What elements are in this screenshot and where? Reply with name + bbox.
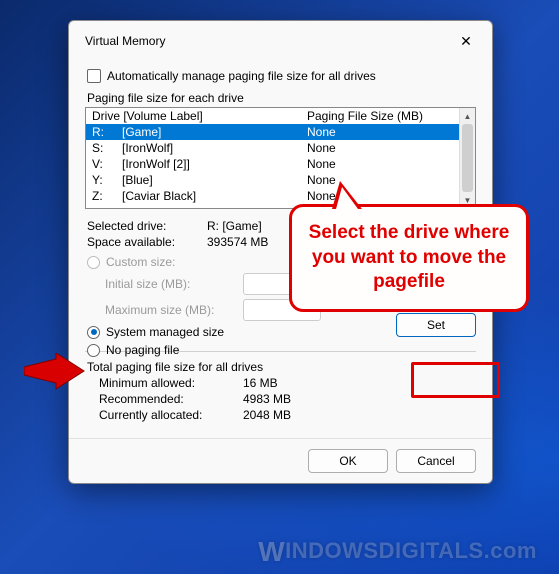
callout-box: Select the drive where you want to move … xyxy=(289,204,529,312)
titlebar: Virtual Memory ✕ xyxy=(69,21,492,57)
ok-button[interactable]: OK xyxy=(308,449,388,473)
recommended-value: 4983 MB xyxy=(243,392,474,406)
drive-row[interactable]: R: [Game] None xyxy=(86,124,475,140)
no-paging-radio[interactable] xyxy=(87,344,100,357)
cancel-button[interactable]: Cancel xyxy=(396,449,476,473)
currently-allocated-label: Currently allocated: xyxy=(99,408,243,422)
currently-allocated-value: 2048 MB xyxy=(243,408,474,422)
scroll-up-icon[interactable]: ▲ xyxy=(460,108,475,124)
watermark: WINDOWSDIGITALS.com xyxy=(258,536,537,568)
custom-size-label: Custom size: xyxy=(106,255,175,269)
auto-manage-row[interactable]: Automatically manage paging file size fo… xyxy=(87,69,476,83)
minimum-label: Minimum allowed: xyxy=(99,376,243,390)
no-paging-label: No paging file xyxy=(106,343,179,357)
selected-drive-label: Selected drive: xyxy=(87,219,207,233)
drive-list-header: Drive [Volume Label] Paging File Size (M… xyxy=(86,108,475,124)
set-button[interactable]: Set xyxy=(396,313,476,337)
space-available-label: Space available: xyxy=(87,235,207,249)
auto-manage-label: Automatically manage paging file size fo… xyxy=(107,69,376,83)
header-drive: Drive [Volume Label] xyxy=(92,109,307,123)
initial-size-label: Initial size (MB): xyxy=(105,277,243,291)
drive-row[interactable]: Z: [Caviar Black] None xyxy=(86,188,475,204)
minimum-value: 16 MB xyxy=(243,376,474,390)
drive-row[interactable]: S: [IronWolf] None xyxy=(86,140,475,156)
custom-size-radio[interactable] xyxy=(87,256,100,269)
scroll-thumb[interactable] xyxy=(462,124,473,192)
maximum-size-label: Maximum size (MB): xyxy=(105,303,243,317)
totals-label: Total paging file size for all drives xyxy=(87,360,474,374)
drive-list-body: R: [Game] None S: [IronWolf] None V: [Ir… xyxy=(86,124,475,204)
each-drive-label: Paging file size for each drive xyxy=(87,91,476,105)
system-managed-label: System managed size xyxy=(106,325,224,339)
auto-manage-checkbox[interactable] xyxy=(87,69,101,83)
no-paging-row[interactable]: No paging file xyxy=(87,343,476,357)
dialog-title: Virtual Memory xyxy=(85,34,165,48)
recommended-label: Recommended: xyxy=(99,392,243,406)
drive-list[interactable]: Drive [Volume Label] Paging File Size (M… xyxy=(85,107,476,209)
close-icon[interactable]: ✕ xyxy=(452,29,480,53)
system-managed-radio[interactable] xyxy=(87,326,100,339)
drive-row[interactable]: Y: [Blue] None xyxy=(86,172,475,188)
scrollbar[interactable]: ▲ ▼ xyxy=(459,108,475,208)
dialog-footer: OK Cancel xyxy=(69,438,492,483)
drive-row[interactable]: V: [IronWolf [2]] None xyxy=(86,156,475,172)
header-size: Paging File Size (MB) xyxy=(307,109,469,123)
totals-group: Total paging file size for all drives Mi… xyxy=(87,360,474,422)
